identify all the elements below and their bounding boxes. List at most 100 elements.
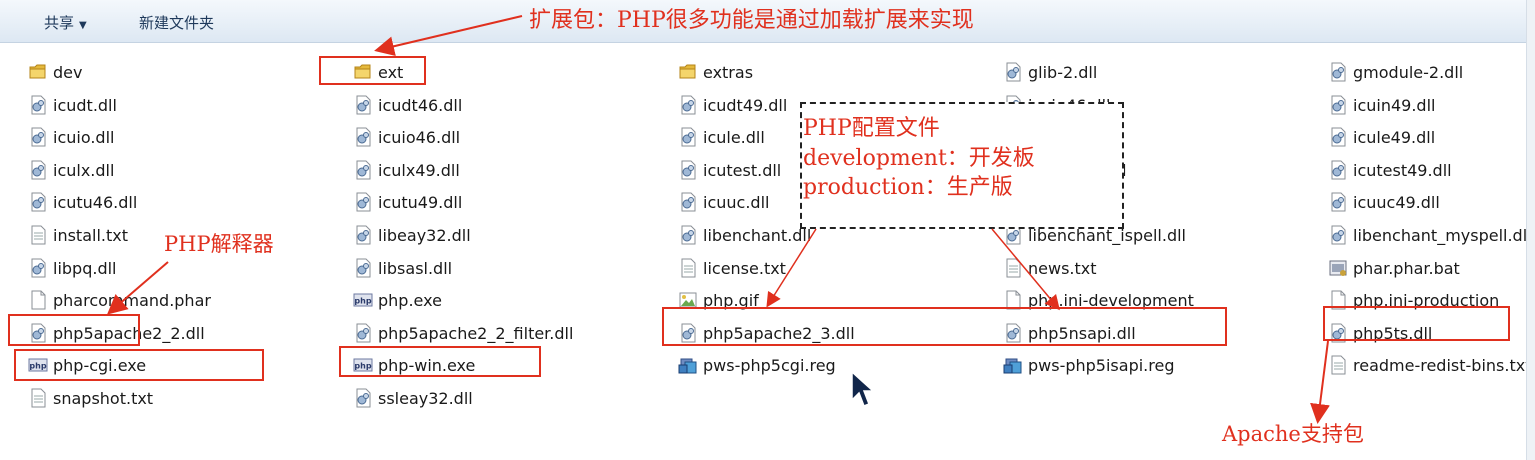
file-name-label: php5apache2_2_filter.dll <box>378 323 574 343</box>
file-item-php5apache2-2-filter-dll[interactable]: php5apache2_2_filter.dll <box>353 321 573 345</box>
file-name-label: libenchant.dll <box>703 225 812 245</box>
file-item-license-txt[interactable]: license.txt <box>678 256 786 280</box>
file-item-php-exe[interactable]: php php.exe <box>353 288 442 312</box>
file-item-libenchant-myspell-dll[interactable]: libenchant_myspell.dll <box>1328 223 1532 247</box>
dll-icon <box>353 225 373 245</box>
file-item-icudt46-dll[interactable]: icudt46.dll <box>353 93 462 117</box>
interpreter-annotation: PHP解释器 <box>164 232 274 256</box>
file-item-icule-dll[interactable]: icule.dll <box>678 125 765 149</box>
ext-highlight-box <box>319 56 426 85</box>
file-name-label: icudt49.dll <box>703 95 788 115</box>
file-item-readme-redist-bins-txt[interactable]: readme-redist-bins.txt <box>1328 353 1531 377</box>
dll-icon <box>28 258 48 278</box>
share-menu-button[interactable]: 共享 ▼ <box>44 12 87 33</box>
file-item-libpq-dll[interactable]: libpq.dll <box>28 256 117 280</box>
file-name-label: icuuc49.dll <box>1353 192 1440 212</box>
dll-icon <box>1328 160 1348 180</box>
file-item-icutu49-dll[interactable]: icutu49.dll <box>353 190 462 214</box>
file-item-libenchant-dll[interactable]: libenchant.dll <box>678 223 811 247</box>
file-item-icuuc49-dll[interactable]: icuuc49.dll <box>1328 190 1440 214</box>
text-file-icon <box>28 225 48 245</box>
file-name-label: phar.phar.bat <box>1353 258 1460 278</box>
file-name-label: iculx49.dll <box>378 160 460 180</box>
file-item-dev[interactable]: dev <box>28 60 82 84</box>
file-name-label: icuuc.dll <box>703 192 770 212</box>
file-name-label: icudt46.dll <box>378 95 463 115</box>
file-name-label: pws-php5cgi.reg <box>703 355 836 375</box>
dll-icon <box>353 323 373 343</box>
dll-icon <box>678 192 698 212</box>
file-item-libeay32-dll[interactable]: libeay32.dll <box>353 223 471 247</box>
file-name-label: icule49.dll <box>1353 127 1436 147</box>
file-item-icuio46-dll[interactable]: icuio46.dll <box>353 125 460 149</box>
file-name-label: iculx.dll <box>53 160 115 180</box>
file-name-label: icutest49.dll <box>1353 160 1452 180</box>
file-item-iculx49-dll[interactable]: iculx49.dll <box>353 158 460 182</box>
file-name-label: libeay32.dll <box>378 225 471 245</box>
file-name-label: icutu49.dll <box>378 192 463 212</box>
file-name-label: news.txt <box>1028 258 1097 278</box>
file-name-label: libenchant_myspell.dll <box>1353 225 1532 245</box>
dll-icon <box>28 127 48 147</box>
dll-icon <box>28 95 48 115</box>
dll-icon <box>1003 62 1023 82</box>
vertical-scrollbar[interactable] <box>1526 0 1535 460</box>
file-name-label: icutu46.dll <box>53 192 138 212</box>
dll-icon <box>1328 225 1348 245</box>
file-name-label: gmodule-2.dll <box>1353 62 1464 82</box>
file-item-icutu46-dll[interactable]: icutu46.dll <box>28 190 137 214</box>
folder-icon <box>678 62 698 82</box>
dll-icon <box>353 95 373 115</box>
dll-icon <box>678 225 698 245</box>
file-item-icudt-dll[interactable]: icudt.dll <box>28 93 117 117</box>
file-name-label: libsasl.dll <box>378 258 453 278</box>
file-name-label: icuio.dll <box>53 127 115 147</box>
file-item-gmodule-2-dll[interactable]: gmodule-2.dll <box>1328 60 1463 84</box>
dll-icon <box>353 192 373 212</box>
file-name-label: extras <box>703 62 754 82</box>
php5apache2-2-filter-highlight-box <box>14 349 264 381</box>
file-item-icule49-dll[interactable]: icule49.dll <box>1328 125 1435 149</box>
dll-icon <box>678 127 698 147</box>
file-item-news-txt[interactable]: news.txt <box>1003 256 1097 280</box>
text-file-icon <box>1328 355 1348 375</box>
dll-icon <box>1328 192 1348 212</box>
svg-text:php: php <box>354 297 371 306</box>
file-item-phar-phar-bat[interactable]: phar.phar.bat <box>1328 256 1460 280</box>
config-prod-annotation: production：生产版 <box>803 175 1013 200</box>
php-exe-highlight-box <box>8 314 140 346</box>
config-dev-annotation: development：开发板 <box>803 146 1035 171</box>
file-name-label: snapshot.txt <box>53 388 154 408</box>
file-name-label: install.txt <box>53 225 128 245</box>
registry-file-icon <box>1003 355 1023 375</box>
dll-icon <box>28 192 48 212</box>
file-item-icuio-dll[interactable]: icuio.dll <box>28 125 114 149</box>
file-item-iculx-dll[interactable]: iculx.dll <box>28 158 114 182</box>
file-item-icuuc-dll[interactable]: icuuc.dll <box>678 190 769 214</box>
file-name-label: pws-php5isapi.reg <box>1028 355 1175 375</box>
php-exe-icon: php <box>353 290 373 310</box>
new-folder-button[interactable]: 新建文件夹 <box>139 12 214 33</box>
dll-icon <box>1328 62 1348 82</box>
file-item-libsasl-dll[interactable]: libsasl.dll <box>353 256 452 280</box>
file-name-label: icuio46.dll <box>378 127 461 147</box>
file-item-snapshot-txt[interactable]: snapshot.txt <box>28 386 153 410</box>
registry-file-icon <box>678 355 698 375</box>
share-label: 共享 <box>44 14 75 32</box>
file-item-extras[interactable]: extras <box>678 60 753 84</box>
file-item-pws-php5cgi-reg[interactable]: pws-php5cgi.reg <box>678 353 836 377</box>
file-item-pharcommand-phar[interactable]: pharcommand.phar <box>28 288 211 312</box>
file-item-pws-php5isapi-reg[interactable]: pws-php5isapi.reg <box>1003 353 1174 377</box>
file-item-glib-2-dll[interactable]: glib-2.dll <box>1003 60 1097 84</box>
file-name-label: icudt.dll <box>53 95 117 115</box>
php-ini-highlight-box <box>662 307 1227 346</box>
file-item-ssleay32-dll[interactable]: ssleay32.dll <box>353 386 473 410</box>
dll-icon <box>1328 127 1348 147</box>
file-item-icuin49-dll[interactable]: icuin49.dll <box>1328 93 1435 117</box>
file-name-label: php.exe <box>378 290 442 310</box>
file-item-icutest-dll[interactable]: icutest.dll <box>678 158 781 182</box>
file-item-icudt49-dll[interactable]: icudt49.dll <box>678 93 787 117</box>
file-item-install-txt[interactable]: install.txt <box>28 223 128 247</box>
php5apache2-2-highlight-box <box>1323 306 1510 341</box>
file-item-icutest49-dll[interactable]: icutest49.dll <box>1328 158 1452 182</box>
